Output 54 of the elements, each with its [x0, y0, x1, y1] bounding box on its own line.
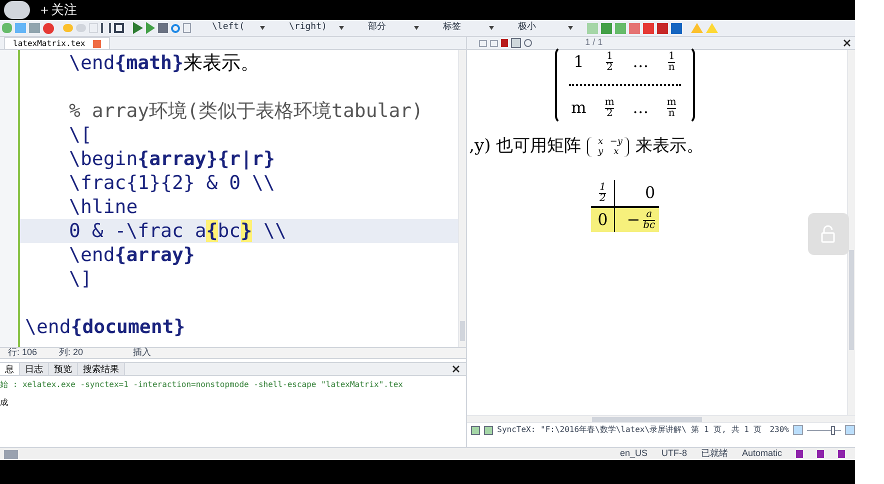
code-line: \end{document}: [24, 315, 186, 339]
code-line: \end{math}来表示。: [68, 51, 260, 75]
horizontal-scrollbar[interactable]: [467, 415, 855, 423]
log-line: 始 : xelatex.exe -synctex=1 -interaction=nonstopmode -shell-escape "latexMatrix".tex: [0, 379, 404, 391]
math-symbol: 0: [644, 182, 656, 204]
page-indicator: 1 / 1: [585, 36, 603, 50]
status-text: 已就绪: [700, 447, 728, 460]
caret-icon: [414, 26, 419, 30]
synctex-status: SyncTeX: "F:\2016年春\数学\latex\录屏讲解\ 第 1 页, 共 1 页: [497, 424, 762, 436]
code-line: \hline: [68, 195, 139, 219]
math-symbol: …: [632, 51, 649, 73]
panel-tab[interactable]: 息: [0, 363, 20, 375]
math-symbol: 0: [598, 209, 608, 231]
fraction: 1 n: [668, 52, 675, 72]
code-line: \end{array}: [68, 243, 196, 267]
math-symbol: x: [596, 136, 604, 147]
unlock-icon: [820, 225, 836, 243]
status-text: UTF-8: [661, 447, 687, 460]
code-line: % array环境(类似于表格环境tabular): [68, 99, 424, 123]
status-text: Automatic: [742, 447, 782, 460]
code-line: \begin{array}{r|r}: [68, 147, 276, 171]
caret-icon: [339, 26, 344, 30]
math-symbol: y: [596, 146, 604, 157]
document-text: ,y) 也可用矩阵: [469, 135, 582, 158]
column-status: 列: 20: [59, 346, 84, 360]
math-symbol: 1: [574, 51, 584, 73]
math-symbol: x: [612, 146, 620, 157]
math-symbol: m: [571, 97, 586, 119]
lock-button[interactable]: [808, 213, 849, 255]
vertical-scrollbar[interactable]: [847, 50, 855, 415]
math-symbol: …: [632, 97, 649, 119]
panel-tab[interactable]: 搜索结果: [78, 363, 125, 375]
page-icon[interactable]: [183, 23, 191, 33]
file-tab[interactable]: latexMatrix.tex: [4, 37, 110, 49]
code-line: \]: [68, 267, 93, 291]
caret-icon: [489, 26, 494, 30]
math-symbol: −y: [610, 136, 622, 147]
caret-icon: [260, 26, 265, 30]
follow-label[interactable]: ＋关注: [38, 0, 77, 20]
zoom-slider-thumb[interactable]: [831, 426, 835, 434]
minus-sign: −: [626, 209, 640, 231]
code-line: \[: [68, 123, 93, 147]
insert-mode-status: 插入: [133, 346, 152, 360]
document-text: 来表示。: [635, 135, 704, 158]
log-line: 成: [0, 397, 9, 409]
caret-icon: [568, 26, 573, 30]
panel-tab[interactable]: 日志: [20, 363, 49, 375]
fraction: m n: [666, 98, 676, 118]
code-line: \frac{1}{2} & 0 \\: [68, 171, 276, 195]
status-text: en_US: [620, 447, 648, 460]
vertical-scrollbar[interactable]: [458, 50, 466, 347]
panel-tab[interactable]: 预览: [49, 363, 78, 375]
line-number-status: 行: 106: [8, 346, 38, 360]
zoom-level: 230%: [770, 424, 789, 436]
